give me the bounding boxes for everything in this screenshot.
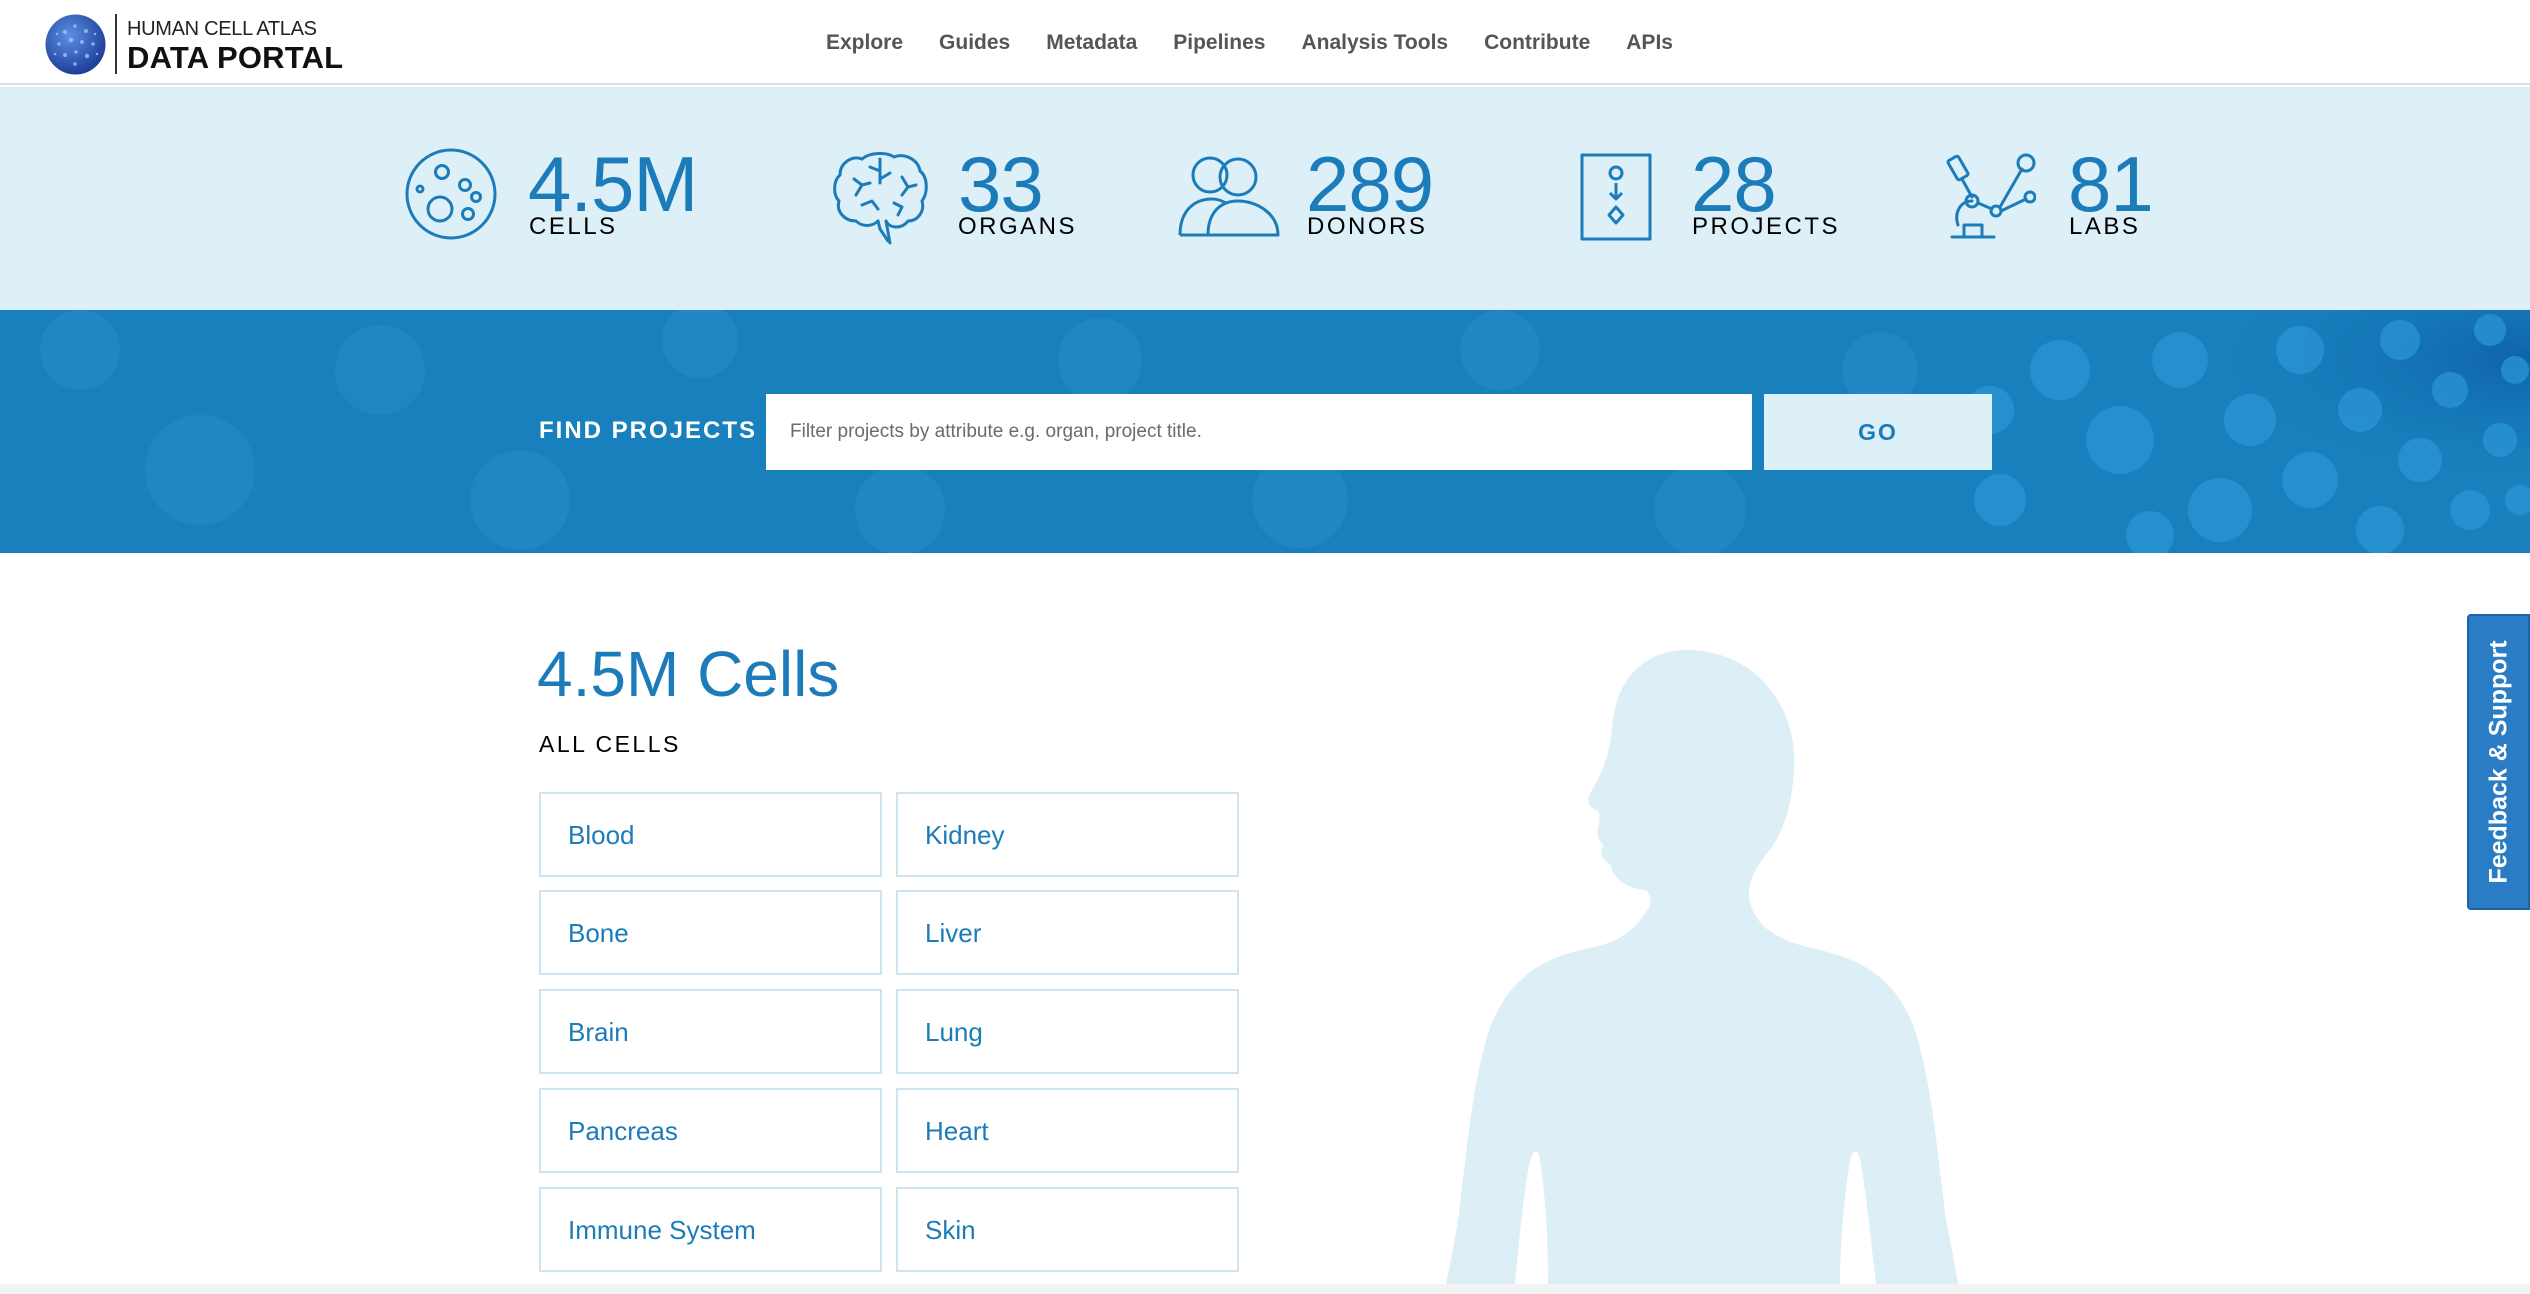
nav-explore[interactable]: Explore	[826, 31, 903, 55]
brain-icon	[833, 152, 928, 245]
find-projects-label: FIND PROJECTS	[539, 417, 758, 444]
organ-label: Brain	[568, 1017, 629, 1047]
feedback-label: Feedback & Support	[2484, 640, 2512, 884]
nav-contribute[interactable]: Contribute	[1484, 31, 1590, 55]
stat-labs-value: 81	[2068, 140, 2154, 228]
organ-button-kidney[interactable]: Kidney	[896, 792, 1239, 877]
stats-band: 4.5M CELLS 33 ORGANS 289 DONORS 28 PROJE…	[0, 87, 2530, 310]
organ-button-brain[interactable]: Brain	[539, 989, 882, 1074]
stat-labs: 81 LABS	[1946, 87, 2196, 310]
go-button[interactable]: GO	[1764, 394, 1992, 470]
stat-organs-label: ORGANS	[958, 213, 1078, 240]
stat-projects-label: PROJECTS	[1692, 213, 1841, 240]
nav-apis[interactable]: APIs	[1626, 31, 1673, 55]
organ-button-skin[interactable]: Skin	[896, 1187, 1239, 1272]
nav-pipelines[interactable]: Pipelines	[1173, 31, 1265, 55]
organ-button-immune-system[interactable]: Immune System	[539, 1187, 882, 1272]
organ-label: Liver	[925, 918, 982, 948]
organ-label: Lung	[925, 1017, 983, 1047]
organ-label: Heart	[925, 1116, 989, 1146]
stat-organs: 33 ORGANS	[832, 87, 1092, 310]
organ-label: Immune System	[568, 1215, 756, 1245]
stat-projects-value: 28	[1691, 140, 1777, 228]
organ-button-blood[interactable]: Blood	[539, 792, 882, 877]
logo-text-bottom: DATA PORTAL	[127, 40, 344, 75]
stat-donors-label: DONORS	[1307, 213, 1428, 240]
organ-label: Skin	[925, 1215, 976, 1245]
stat-cells-label: CELLS	[529, 213, 618, 240]
stat-labs-label: LABS	[2069, 213, 2141, 240]
stat-donors-value: 289	[1306, 140, 1434, 228]
cells-icon	[405, 148, 497, 240]
organ-button-liver[interactable]: Liver	[896, 890, 1239, 975]
nav-analysis-tools[interactable]: Analysis Tools	[1301, 31, 1448, 55]
organ-button-pancreas[interactable]: Pancreas	[539, 1088, 882, 1173]
stat-cells-value: 4.5M	[528, 140, 698, 228]
project-search-input[interactable]	[766, 394, 1752, 470]
projects-icon	[1580, 153, 1652, 241]
logo-divider	[115, 14, 117, 74]
hca-globe-icon	[45, 14, 106, 75]
main-nav: Explore Guides Metadata Pipelines Analys…	[826, 0, 1709, 85]
organ-label: Kidney	[925, 820, 1005, 850]
organ-label: Blood	[568, 820, 635, 850]
nav-guides[interactable]: Guides	[939, 31, 1010, 55]
page-title: 4.5M Cells	[537, 638, 840, 710]
feedback-support-tab[interactable]: Feedback & Support	[2467, 614, 2530, 910]
organ-button-lung[interactable]: Lung	[896, 989, 1239, 1074]
page-subtitle: ALL CELLS	[539, 731, 681, 757]
find-projects-band: FIND PROJECTS GO	[0, 310, 2530, 553]
stat-cells: 4.5M CELLS	[404, 87, 724, 310]
page-bottom-strip	[0, 1284, 2530, 1294]
organ-button-bone[interactable]: Bone	[539, 890, 882, 975]
logo-text-top: HUMAN CELL ATLAS	[127, 18, 317, 40]
organ-label: Bone	[568, 918, 629, 948]
stat-projects: 28 PROJECTS	[1580, 87, 1840, 310]
organ-button-heart[interactable]: Heart	[896, 1088, 1239, 1173]
organ-label: Pancreas	[568, 1116, 678, 1146]
donors-icon	[1178, 156, 1280, 237]
human-body-silhouette	[1446, 650, 1958, 1284]
stat-donors: 289 DONORS	[1178, 87, 1478, 310]
nav-metadata[interactable]: Metadata	[1046, 31, 1137, 55]
site-header: HUMAN CELL ATLAS DATA PORTAL Explore Gui…	[0, 0, 2530, 85]
stat-organs-value: 33	[958, 140, 1044, 228]
microscope-icon	[1946, 153, 2036, 239]
